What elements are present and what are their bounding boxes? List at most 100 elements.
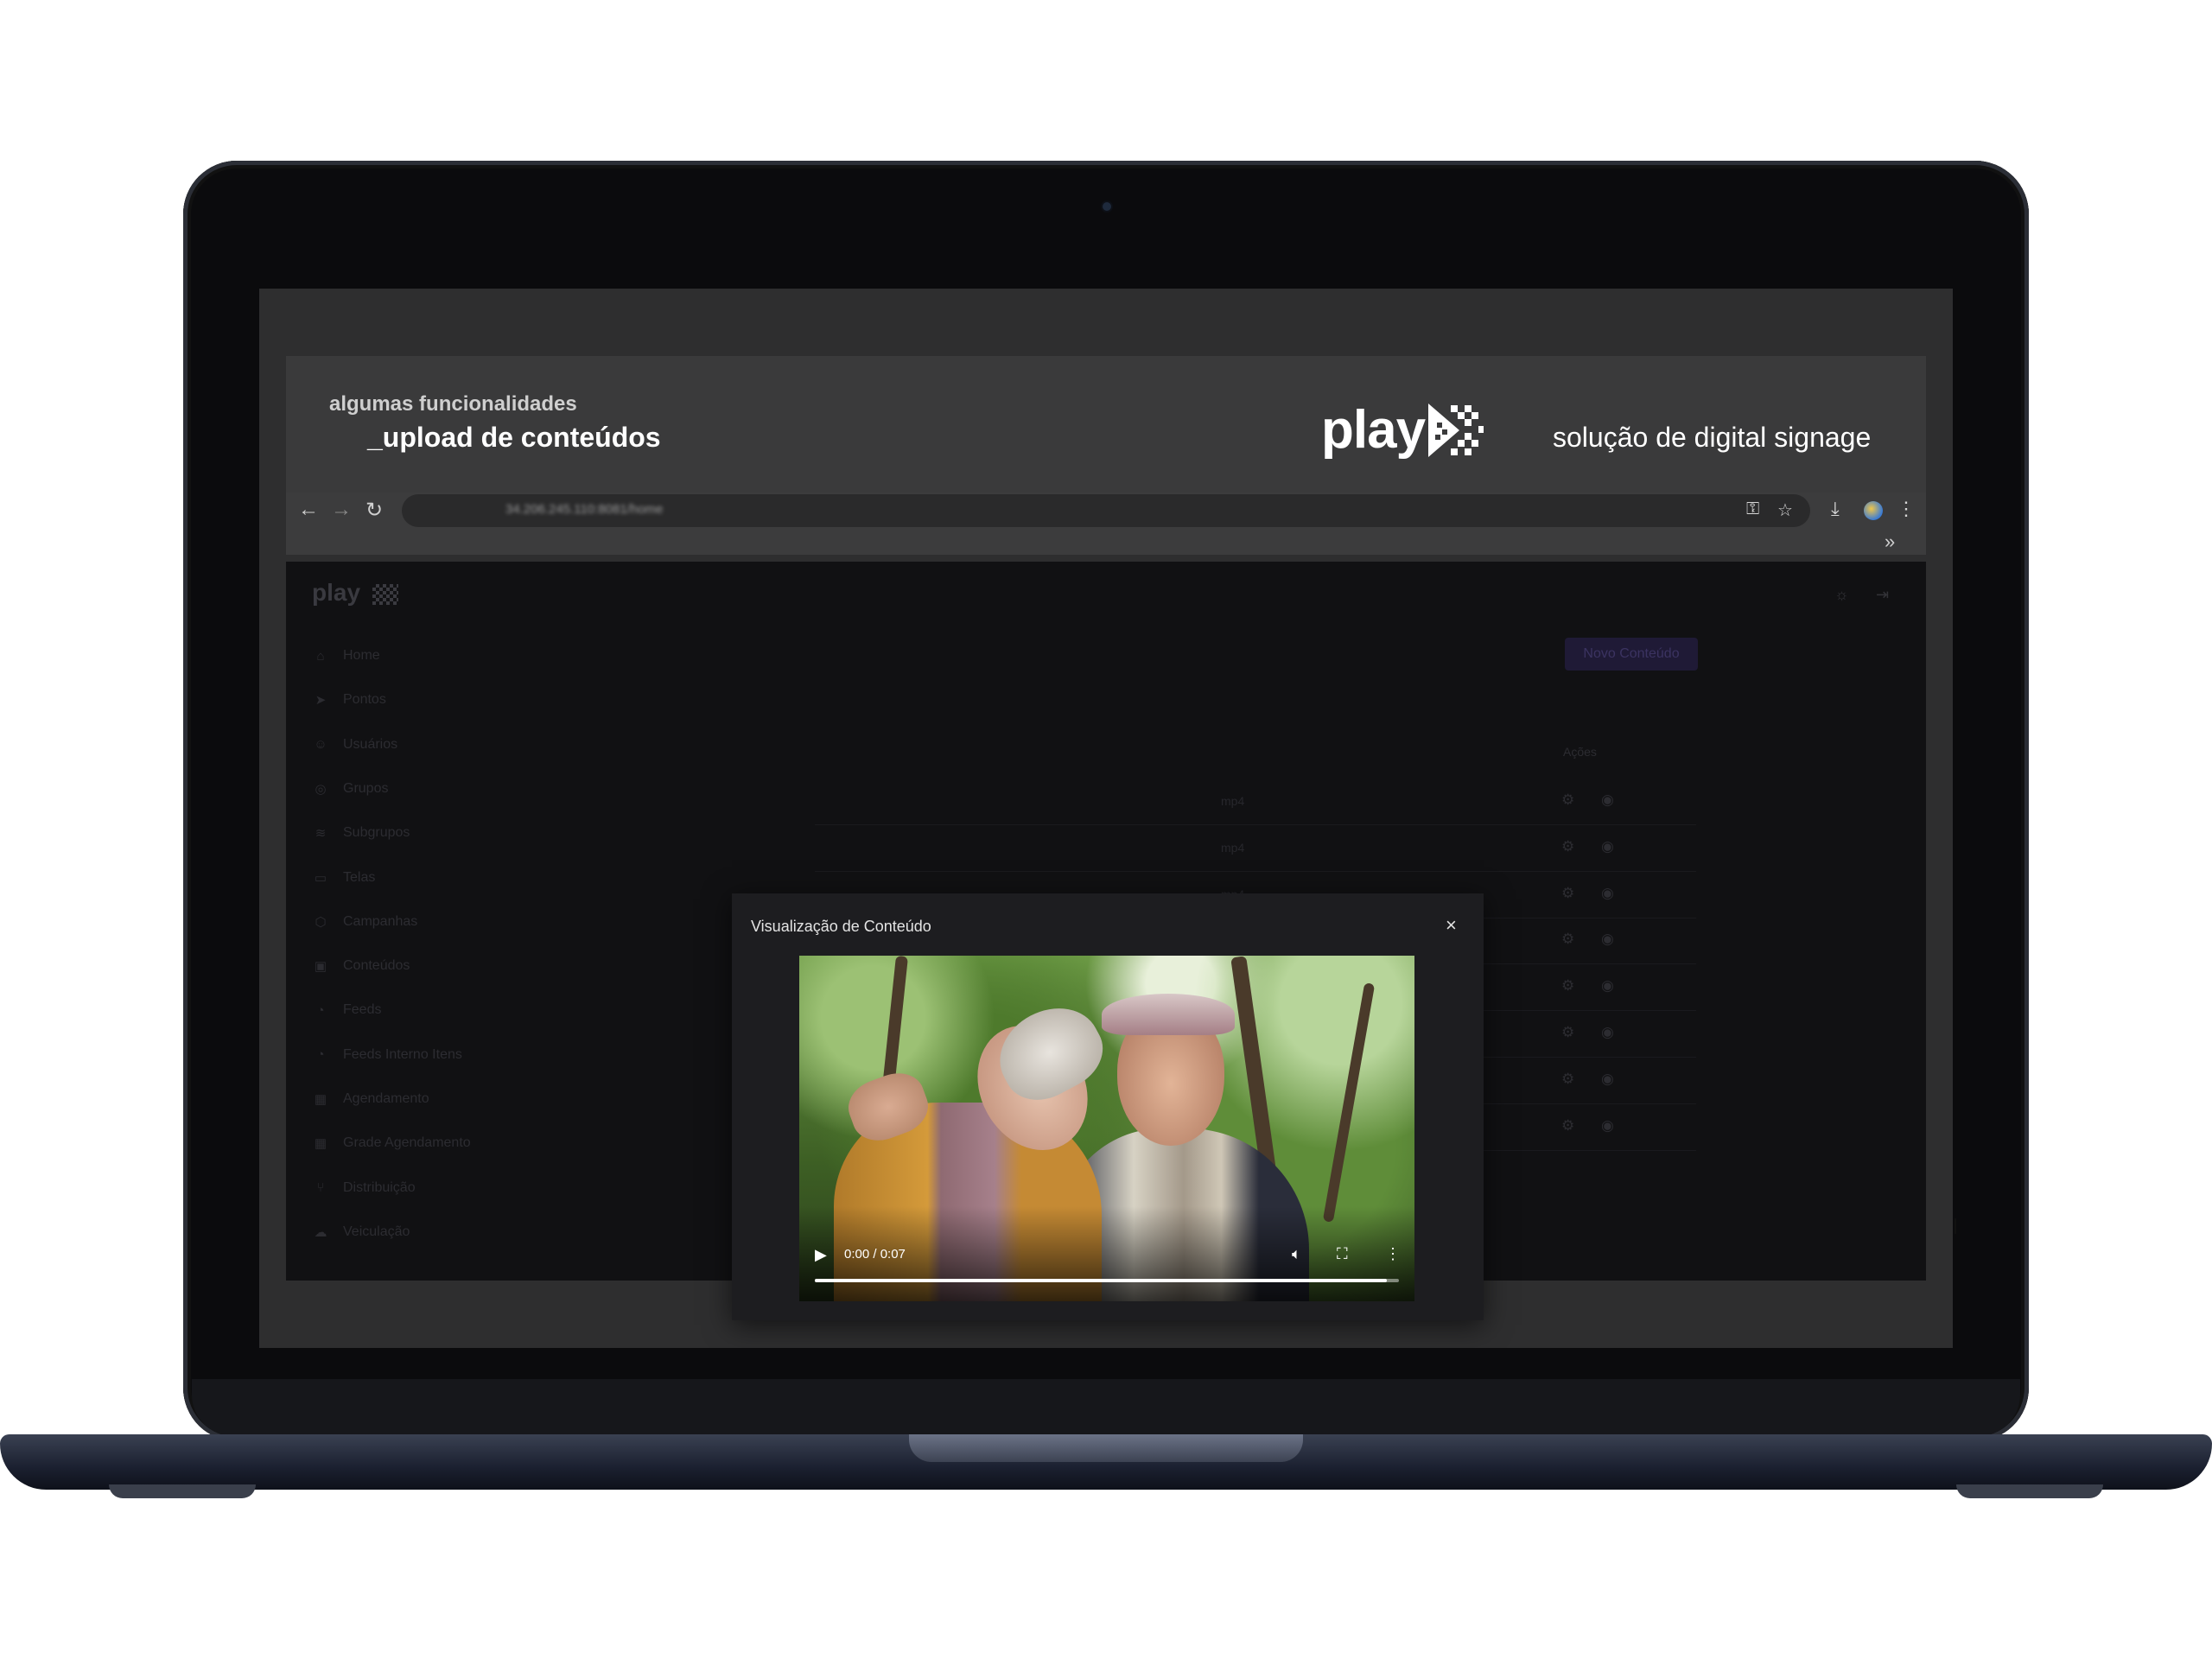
modal-title: Visualização de Conteúdo	[751, 918, 931, 935]
settings-icon[interactable]: ⚙	[1561, 1024, 1574, 1041]
sidebar-item-telas[interactable]: ▭ Telas	[312, 870, 375, 886]
reload-icon[interactable]: ↻	[365, 498, 383, 523]
grid-icon: ▦	[314, 1092, 327, 1107]
cloud-icon: ☁	[314, 1224, 327, 1240]
sidebar-item-veicula-o[interactable]: ☁ Veiculação	[312, 1224, 410, 1240]
fullscreen-icon[interactable]: ⛶	[1337, 1245, 1348, 1263]
sidebar-item-subgrupos[interactable]: ≋ Subgrupos	[312, 825, 410, 841]
sidebar-item-label: Usuários	[343, 736, 398, 752]
actions-column-header: Ações	[1563, 745, 1597, 759]
settings-icon[interactable]: ⚙	[1561, 791, 1574, 809]
avatar-icon[interactable]	[1864, 501, 1883, 520]
sidebar-item-feeds[interactable]: ◔ Feeds	[312, 1002, 381, 1018]
home-icon: ⌂	[316, 648, 325, 664]
video-progress-bar[interactable]	[815, 1279, 1399, 1282]
brand-play-mark-icon	[1428, 403, 1484, 457]
users-icon: ☺	[314, 737, 327, 753]
sidebar-item-campanhas[interactable]: ⬡ Campanhas	[312, 914, 417, 930]
settings-icon[interactable]: ⚙	[1561, 931, 1574, 948]
video-time: 0:00 / 0:07	[844, 1247, 906, 1262]
view-icon[interactable]: ◉	[1601, 791, 1614, 809]
content-icon: ▣	[314, 959, 327, 975]
sidebar-item-pontos[interactable]: ➤ Pontos	[312, 692, 386, 708]
forward-icon[interactable]: →	[331, 498, 352, 522]
banner-subtitle: algumas funcionalidades	[329, 392, 577, 416]
video-menu-icon[interactable]: ⋮	[1385, 1245, 1401, 1263]
laptop-notch	[909, 1434, 1303, 1462]
play-icon[interactable]: ▶	[815, 1246, 827, 1264]
sidebar-item-agendamento[interactable]: ▦ Agendamento	[312, 1091, 429, 1107]
man-cap	[1102, 994, 1235, 1035]
sidebar-item-label: Feeds	[343, 1002, 382, 1018]
view-icon[interactable]: ◉	[1601, 977, 1614, 995]
theme-toggle-icon[interactable]: ☼	[1834, 586, 1849, 604]
sidebar-item-usu-rios[interactable]: ☺ Usuários	[312, 737, 397, 753]
sidebar-item-distribui-o[interactable]: ⑂ Distribuição	[312, 1179, 416, 1196]
video-progress-fill	[815, 1279, 1388, 1282]
sidebar-item-label: Subgrupos	[343, 825, 410, 841]
app-window: play ☼ ⇥ ⌂ Home ➤ Pontos ☺ Usuários ◎ Grupos ≋ Su…	[286, 562, 1926, 1320]
box-icon: ⬡	[315, 914, 327, 930]
app-logo[interactable]: play	[312, 579, 360, 607]
distribution-icon: ⑂	[316, 1180, 325, 1196]
settings-icon[interactable]: ⚙	[1561, 1117, 1574, 1135]
sidebar-item-label: Telas	[343, 869, 376, 885]
brand-wordmark: play	[1321, 400, 1426, 460]
settings-icon[interactable]: ⚙	[1561, 885, 1574, 902]
view-icon[interactable]: ◉	[1601, 1117, 1614, 1135]
sidebar-item-label: Feeds Interno Itens	[343, 1046, 462, 1062]
browser-toolbar: ← → ↻ 34.206.245.110:8081/home ⚿ ☆ ⤓ ⋮ »	[286, 493, 1926, 555]
view-icon[interactable]: ◉	[1601, 1024, 1614, 1041]
star-icon[interactable]: ☆	[1777, 499, 1793, 521]
new-content-button[interactable]: Novo Conteúdo	[1565, 638, 1698, 671]
close-icon[interactable]: ×	[1446, 914, 1457, 937]
app-logo-mark-icon	[372, 584, 398, 605]
logout-icon[interactable]: ⇥	[1876, 586, 1889, 604]
sidebar-item-label: Conteúdos	[343, 958, 410, 974]
sidebar-item-home[interactable]: ⌂ Home	[312, 648, 380, 664]
settings-icon[interactable]: ⚙	[1561, 977, 1574, 995]
camera-icon	[1103, 202, 1111, 211]
text-cursor	[1955, 1218, 1956, 1234]
sidebar-item-conte-dos[interactable]: ▣ Conteúdos	[312, 958, 410, 974]
rss-icon: ◔	[316, 1002, 325, 1018]
content-preview-modal: Visualização de Conteúdo × ▶ 0:00 / 0:07…	[732, 893, 1484, 1320]
view-icon[interactable]: ◉	[1601, 885, 1614, 902]
laptop-foot-left	[109, 1484, 256, 1498]
sidebar-item-grupos[interactable]: ◎ Grupos	[312, 781, 388, 797]
laptop-foot-right	[1956, 1484, 2103, 1498]
laptop-bottom-bezel	[192, 1379, 2020, 1436]
brand-logo: play	[1321, 399, 1485, 461]
sidebar-item-label: Home	[343, 648, 380, 663]
more-chevron-icon[interactable]: »	[1885, 531, 1895, 553]
key-icon[interactable]: ⚿	[1746, 499, 1759, 519]
video-player[interactable]: ▶ 0:00 / 0:07 🔈︎ ⛶ ⋮	[799, 956, 1414, 1301]
type-cell: mp4	[1221, 840, 1245, 855]
view-icon[interactable]: ◉	[1601, 1071, 1614, 1088]
sidebar-item-label: Agendamento	[343, 1091, 429, 1106]
address-url[interactable]: 34.206.245.110:8081/home	[505, 502, 663, 517]
menu-icon[interactable]: ⋮	[1897, 498, 1916, 520]
banner-tagline: solução de digital signage	[1553, 422, 1872, 453]
volume-icon[interactable]: 🔈︎	[1292, 1245, 1301, 1263]
rss-icon: ◔	[316, 1047, 325, 1063]
view-icon[interactable]: ◉	[1601, 838, 1614, 855]
address-bar[interactable]: 34.206.245.110:8081/home ⚿ ☆	[402, 494, 1810, 527]
back-icon[interactable]: ←	[298, 498, 319, 522]
sidebar-item-feeds-interno-itens[interactable]: ◔ Feeds Interno Itens	[312, 1046, 462, 1063]
type-cell: mp4	[1221, 794, 1245, 808]
settings-icon[interactable]: ⚙	[1561, 838, 1574, 855]
sidebar-item-label: Distribuição	[343, 1179, 416, 1195]
screen-icon: ▭	[314, 870, 327, 886]
settings-icon[interactable]: ⚙	[1561, 1071, 1574, 1088]
view-icon[interactable]: ◉	[1601, 931, 1614, 948]
table-row[interactable]: mp4 ⚙ ◉	[815, 779, 1696, 825]
download-icon[interactable]: ⤓	[1831, 498, 1840, 520]
table-row[interactable]: mp4 ⚙ ◉	[815, 826, 1696, 872]
sidebar-item-label: Pontos	[343, 692, 386, 708]
sidebar-item-label: Grupos	[343, 780, 389, 796]
sidebar-item-label: Campanhas	[343, 913, 418, 929]
laptop-screen: algumas funcionalidades _upload de conte…	[259, 289, 1953, 1348]
sidebar-item-grade-agendamento[interactable]: ▦ Grade Agendamento	[312, 1135, 471, 1151]
promo-banner: algumas funcionalidades _upload de conte…	[286, 356, 1926, 493]
